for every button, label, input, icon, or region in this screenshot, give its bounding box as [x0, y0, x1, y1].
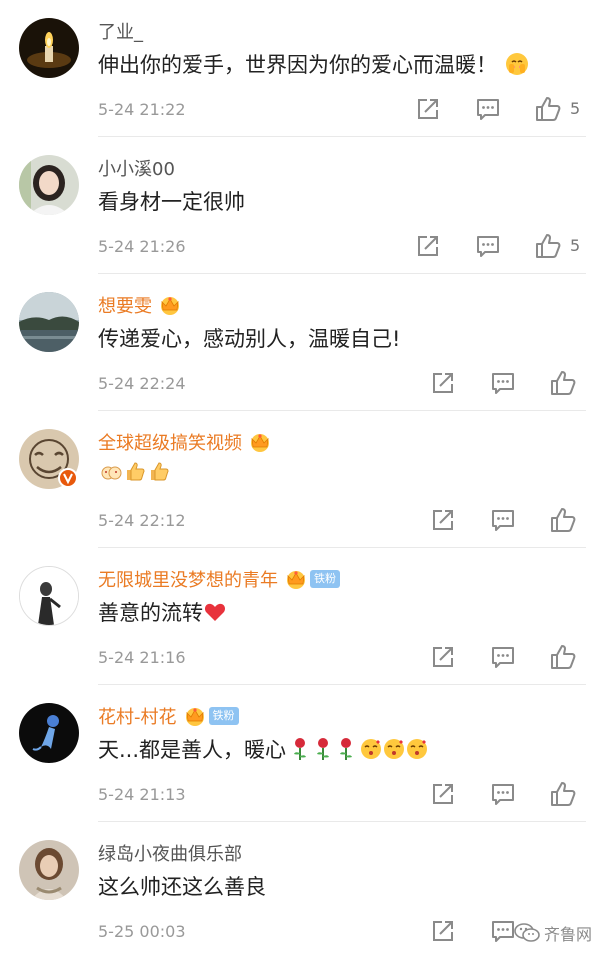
username[interactable]: 小小溪00 [98, 155, 175, 181]
avatar[interactable] [19, 703, 79, 763]
repost-icon[interactable] [415, 96, 441, 122]
comment-text-content: 天...都是善人，暖心 [98, 738, 287, 762]
comment-time: 5-24 21:26 [98, 237, 186, 256]
crown-icon [185, 708, 204, 726]
comment-item: 想要雯 传递爱心，感动别人，温暖自己! 5-24 22:24 [0, 274, 600, 411]
username-row: 想要雯 [98, 292, 182, 318]
like-count: 5 [570, 236, 581, 255]
salute-emoji-icon [101, 466, 122, 480]
kiss-emoji-icon [407, 739, 428, 759]
like-icon[interactable] [535, 233, 561, 259]
kiss-emoji-icon [361, 739, 382, 759]
repost-icon[interactable] [415, 233, 441, 259]
comment-text: 善意的流转 [98, 597, 226, 627]
avatar[interactable] [19, 155, 79, 215]
like-icon[interactable] [550, 370, 576, 396]
comment-item: 小小溪00 看身材一定很帅 5-24 21:26 5 [0, 137, 600, 274]
avatar[interactable] [19, 840, 79, 900]
comment-icon[interactable] [490, 781, 516, 807]
fan-badge: 铁粉 [310, 570, 340, 588]
comment-text [98, 460, 170, 482]
wechat-icon [514, 923, 540, 942]
comment-item: 绿岛小夜曲俱乐部 这么帅还这么善良 5-25 00:03 [0, 822, 600, 959]
avatar[interactable] [19, 18, 79, 78]
watermark-text: 齐鲁网 [543, 925, 592, 944]
comment-icon[interactable] [490, 507, 516, 533]
repost-icon[interactable] [430, 370, 456, 396]
avatar[interactable] [19, 429, 79, 489]
username[interactable]: 花村-村花 [98, 703, 177, 729]
username-row: 了业_ [98, 18, 143, 44]
watermark: 齐鲁网 [514, 920, 592, 946]
username-row: 无限城里没梦想的青年 铁粉 [98, 566, 340, 592]
comment-text-content: 传递爱心，感动别人，温暖自己! [98, 327, 401, 351]
comment-time: 5-24 21:22 [98, 100, 186, 119]
username-row: 花村-村花 铁粉 [98, 703, 239, 729]
thumbs-up-emoji-icon [151, 462, 169, 481]
comment-time: 5-25 00:03 [98, 922, 186, 941]
like-icon[interactable] [550, 507, 576, 533]
comment-text-content: 看身材一定很帅 [98, 190, 245, 214]
comment-list: 了业_ 伸出你的爱手，世界因为你的爱心而温暖！ 5-24 21:22 5 小小溪… [0, 0, 600, 962]
comment-time: 5-24 22:12 [98, 511, 186, 530]
comment-item: 了业_ 伸出你的爱手，世界因为你的爱心而温暖！ 5-24 21:22 5 [0, 0, 600, 137]
comment-text: 伸出你的爱手，世界因为你的爱心而温暖！ [98, 49, 529, 79]
comment-icon[interactable] [490, 370, 516, 396]
comment-item: 全球超级搞笑视频 5-24 22:12 [0, 411, 600, 548]
kiss-emoji-icon [384, 739, 405, 759]
comment-text: 传递爱心，感动别人，温暖自己! [98, 323, 400, 353]
comment-text-content: 善意的流转 [98, 601, 203, 625]
comment-icon[interactable] [475, 233, 501, 259]
comment-text: 看身材一定很帅 [98, 186, 245, 216]
comment-text: 天...都是善人，暖心 [98, 734, 428, 764]
fan-badge: 铁粉 [208, 707, 239, 725]
repost-icon[interactable] [430, 507, 456, 533]
thumbs-up-emoji-icon [127, 462, 145, 481]
avatar[interactable] [19, 292, 79, 352]
crown-icon [287, 571, 305, 589]
shy-emoji-icon [506, 53, 528, 75]
comment-icon[interactable] [490, 644, 516, 670]
crown-icon [161, 297, 179, 315]
username[interactable]: 全球超级搞笑视频 [98, 429, 242, 455]
like-icon[interactable] [550, 644, 576, 670]
username-row: 绿岛小夜曲俱乐部 [98, 840, 242, 866]
comment-time: 5-24 21:16 [98, 648, 186, 667]
comment-text: 这么帅还这么善良 [98, 871, 266, 901]
username[interactable]: 无限城里没梦想的青年 [98, 566, 278, 592]
comment-text-content: 这么帅还这么善良 [98, 875, 266, 899]
avatar[interactable] [19, 566, 79, 626]
repost-icon[interactable] [430, 644, 456, 670]
comment-text-content: 伸出你的爱手，世界因为你的爱心而温暖！ [98, 53, 497, 77]
comment-icon[interactable] [490, 918, 516, 944]
username-row: 小小溪00 [98, 155, 175, 181]
crown-icon [251, 434, 269, 452]
repost-icon[interactable] [430, 918, 456, 944]
comment-item: 花村-村花 铁粉 天...都是善人，暖心 5-24 21:13 [0, 685, 600, 822]
heart-emoji-icon [204, 603, 226, 621]
rose-emoji-icon [340, 738, 353, 760]
like-icon[interactable] [550, 781, 576, 807]
comment-time: 5-24 22:24 [98, 374, 186, 393]
like-count: 5 [570, 99, 581, 118]
username[interactable]: 想要雯 [98, 292, 152, 318]
username-row: 全球超级搞笑视频 [98, 429, 272, 455]
rose-emoji-icon [317, 738, 330, 760]
repost-icon[interactable] [430, 781, 456, 807]
username[interactable]: 了业_ [98, 18, 143, 44]
comment-item: 无限城里没梦想的青年 铁粉 善意的流转 5-24 21:16 [0, 548, 600, 685]
comment-icon[interactable] [475, 96, 501, 122]
like-icon[interactable] [535, 96, 561, 122]
rose-emoji-icon [294, 738, 307, 760]
username[interactable]: 绿岛小夜曲俱乐部 [98, 840, 242, 866]
comment-time: 5-24 21:13 [98, 785, 186, 804]
